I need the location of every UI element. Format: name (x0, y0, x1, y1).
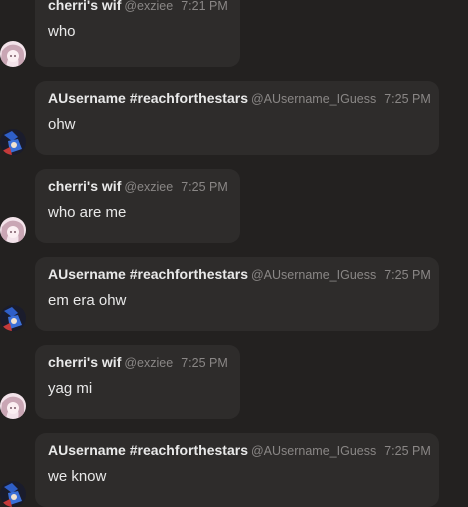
message-text: who are me (48, 204, 127, 221)
message-header: AUsername #reachforthestars @AUsername_IG… (48, 442, 431, 459)
message-header: cherri's wif @exziee 7:25 PM (48, 354, 228, 371)
author-handle[interactable]: @exziee (124, 0, 173, 13)
author-name[interactable]: AUsername #reachforthestars (48, 266, 248, 282)
pink-anime-avatar-icon[interactable] (0, 41, 26, 67)
pink-anime-avatar-icon[interactable] (0, 393, 26, 419)
message-header: AUsername #reachforthestars @AUsername_IG… (48, 90, 431, 107)
author-handle[interactable]: @AUsername_IGuess (251, 92, 376, 106)
blue-character-avatar-icon[interactable] (0, 481, 26, 507)
message-header: AUsername #reachforthestars @AUsername_IG… (48, 266, 431, 283)
message-timestamp: 7:25 PM (384, 444, 431, 458)
message-text: we know (48, 468, 107, 485)
message-timestamp: 7:25 PM (181, 356, 228, 370)
message-text: ohw (48, 116, 76, 133)
message-timestamp: 7:25 PM (384, 268, 431, 282)
author-name[interactable]: cherri's wif (48, 354, 121, 370)
message-bubble: cherri's wif @exziee 7:25 PM who are me (35, 169, 240, 243)
message-text: em era ohw (48, 292, 127, 309)
author-handle[interactable]: @exziee (124, 356, 173, 370)
author-name[interactable]: AUsername #reachforthestars (48, 442, 248, 458)
author-name[interactable]: cherri's wif (48, 0, 121, 13)
message-text: who (48, 23, 76, 40)
author-name[interactable]: AUsername #reachforthestars (48, 90, 248, 106)
message-header: cherri's wif @exziee 7:25 PM (48, 178, 228, 195)
message-text: yag mi (48, 380, 93, 397)
author-handle[interactable]: @AUsername_IGuess (251, 444, 376, 458)
message-bubble: cherri's wif @exziee 7:21 PM who (35, 0, 240, 67)
author-handle[interactable]: @AUsername_IGuess (251, 268, 376, 282)
message-timestamp: 7:25 PM (181, 180, 228, 194)
message-timestamp: 7:25 PM (384, 92, 431, 106)
message-bubble: AUsername #reachforthestars @AUsername_IG… (35, 81, 439, 155)
message-header: cherri's wif @exziee 7:21 PM (48, 0, 228, 14)
message-timestamp: 7:21 PM (181, 0, 228, 13)
blue-character-avatar-icon[interactable] (0, 129, 26, 155)
message-bubble: cherri's wif @exziee 7:25 PM yag mi (35, 345, 240, 419)
blue-character-avatar-icon[interactable] (0, 305, 26, 331)
pink-anime-avatar-icon[interactable] (0, 217, 26, 243)
author-name[interactable]: cherri's wif (48, 178, 121, 194)
message-bubble: AUsername #reachforthestars @AUsername_IG… (35, 257, 439, 331)
author-handle[interactable]: @exziee (124, 180, 173, 194)
chat-message-list[interactable]: cherri's wif @exziee 7:21 PM who AUsername… (0, 0, 468, 507)
message-bubble: AUsername #reachforthestars @AUsername_IG… (35, 433, 439, 507)
